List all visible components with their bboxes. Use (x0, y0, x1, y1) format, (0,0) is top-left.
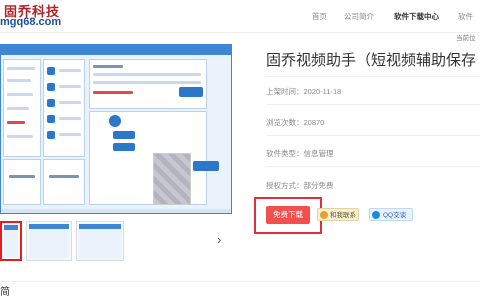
screenshot-line (7, 93, 33, 96)
screenshot-panel (43, 159, 85, 205)
screenshot-panel (3, 159, 41, 205)
views-row: 浏览次数：20870 (266, 117, 324, 128)
views-value: 20870 (303, 118, 325, 127)
license-label: 授权方式： (266, 181, 304, 190)
qq-chat-button[interactable]: QQ交谈 (369, 208, 413, 221)
contact-button[interactable]: 和我联系 (317, 208, 359, 221)
divider (266, 166, 480, 167)
screenshot-line (59, 85, 81, 88)
product-screenshot[interactable] (0, 44, 232, 214)
updated-label: 上架时间： (266, 87, 304, 96)
screenshot-button (47, 83, 55, 91)
screenshot-line (59, 117, 81, 120)
updated-value: 2020-11-18 (303, 87, 342, 96)
screenshot-line (59, 133, 81, 136)
license-row: 授权方式：部分免费 (266, 180, 334, 191)
type-value: 信息管理 (303, 149, 334, 158)
screenshot-button (47, 67, 55, 75)
type-row: 软件类型：信息管理 (266, 148, 334, 159)
thumbnail-image (79, 224, 121, 258)
thumbnail-image (4, 225, 18, 257)
screenshot-line (7, 67, 35, 70)
updated-row: 上架时间：2020-11-18 (266, 86, 341, 97)
download-button[interactable]: 免费下载 (266, 206, 310, 224)
contact-icon (320, 211, 328, 219)
screenshot-line (93, 91, 133, 94)
contact-label: 和我联系 (330, 212, 356, 219)
screenshot-line (59, 101, 81, 104)
screenshot-titlebar (1, 45, 231, 55)
screenshot-line (93, 65, 123, 68)
type-label: 软件类型： (266, 149, 304, 158)
screenshot-line (7, 121, 25, 124)
product-title: 固乔视频助手（短视频辅助保存 (266, 52, 477, 69)
screenshot-button (179, 87, 203, 97)
site-logo[interactable]: 固乔科技 mgq68.com (0, 0, 70, 33)
qq-icon (372, 211, 380, 219)
divider (266, 104, 480, 105)
license-value: 部分免费 (303, 181, 334, 190)
blurred-qr-code (153, 153, 191, 205)
screenshot-line (7, 135, 33, 138)
screenshot-button (47, 131, 55, 139)
nav-about[interactable]: 公司简介 (344, 11, 374, 22)
nav-downloads[interactable]: 软件下载中心 (394, 11, 439, 22)
site-header: 固乔科技 mgq68.com 首页 公司简介 软件下载中心 软件 当前位 (0, 0, 480, 42)
screenshot-button (113, 131, 135, 139)
divider (266, 76, 480, 77)
screenshot-line (93, 73, 201, 76)
screenshot-statusbar (1, 209, 231, 213)
views-label: 浏览次数： (266, 118, 304, 127)
breadcrumb: 当前位 (456, 35, 476, 42)
screenshot-button (47, 99, 55, 107)
download-highlight: 免费下载 (254, 197, 322, 234)
screenshot-button (193, 161, 219, 171)
screenshot-line (7, 79, 31, 82)
thumbnail-1[interactable] (0, 221, 22, 261)
screenshot-button (47, 115, 55, 123)
thumbnail-3[interactable] (76, 221, 124, 261)
software-detail-page: 固乔科技 mgq68.com 首页 公司简介 软件下载中心 软件 当前位 › 固… (0, 0, 480, 300)
screenshot-line (93, 81, 201, 84)
screenshot-line (7, 107, 29, 110)
qq-label: QQ交谈 (383, 212, 407, 219)
screenshot-line (9, 175, 35, 178)
thumbnail-2[interactable] (26, 221, 72, 261)
section-divider (0, 281, 480, 282)
screenshot-line (49, 175, 79, 178)
screenshot-button (109, 115, 121, 127)
section-title: 简 (0, 287, 10, 298)
nav-home[interactable]: 首页 (312, 11, 327, 22)
nav-software[interactable]: 软件 (458, 11, 473, 22)
screenshot-line (59, 69, 81, 72)
logo-url: mgq68.com (0, 16, 62, 28)
divider (266, 135, 480, 136)
chevron-right-icon[interactable]: › (217, 232, 221, 247)
screenshot-button (113, 143, 135, 151)
thumbnail-image (29, 224, 69, 258)
